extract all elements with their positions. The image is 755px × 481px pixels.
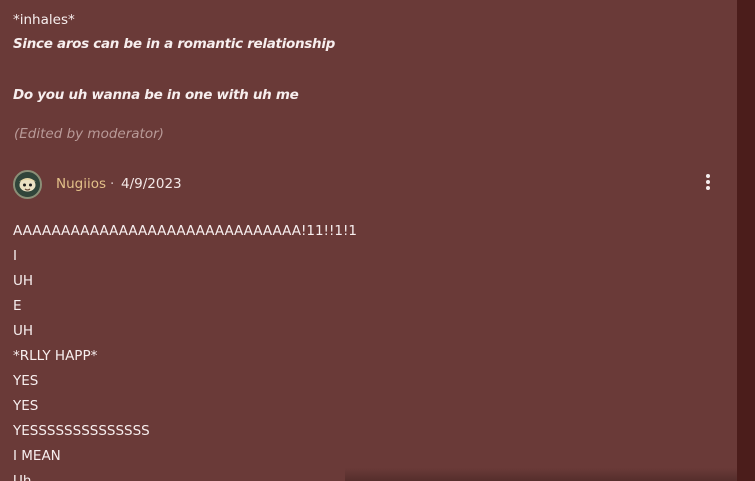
- reply-line: UH: [13, 273, 34, 289]
- edited-note: (Edited by moderator): [14, 126, 164, 142]
- kebab-menu-icon[interactable]: [697, 170, 719, 192]
- kebab-dot: [706, 180, 710, 184]
- reply-line: YES: [13, 398, 39, 414]
- kebab-dot: [706, 174, 710, 178]
- post-date: 4/9/2023: [121, 176, 182, 192]
- reply-line: YESSSSSSSSSSSSSS: [13, 423, 150, 439]
- reply-line: I MEAN: [13, 448, 61, 464]
- author-name[interactable]: Nugiios: [56, 176, 106, 192]
- reply-line: UH: [13, 323, 34, 339]
- reply-line: I: [13, 248, 17, 264]
- previous-post-line-1: *inhales*: [13, 12, 75, 28]
- meta-separator: ·: [110, 176, 115, 192]
- page: *inhales* Since aros can be in a romanti…: [0, 0, 755, 481]
- reply-line: *RLLY HAPP*: [13, 348, 98, 364]
- bottom-fade: [345, 468, 737, 481]
- reply-line: YES: [13, 373, 39, 389]
- kebab-dot: [706, 186, 710, 190]
- scroll-gutter: [737, 0, 755, 481]
- reply-line: E: [13, 298, 22, 314]
- previous-post-line-3: Do you uh wanna be in one with uh me: [13, 87, 299, 103]
- post-thread: *inhales* Since aros can be in a romanti…: [0, 0, 737, 481]
- previous-post-line-2: Since aros can be in a romantic relation…: [13, 36, 336, 52]
- avatar-icon[interactable]: [13, 170, 42, 199]
- reply-line: Uh: [13, 473, 32, 481]
- reply-line: AAAAAAAAAAAAAAAAAAAAAAAAAAAAAA!11!!1!1: [13, 223, 357, 239]
